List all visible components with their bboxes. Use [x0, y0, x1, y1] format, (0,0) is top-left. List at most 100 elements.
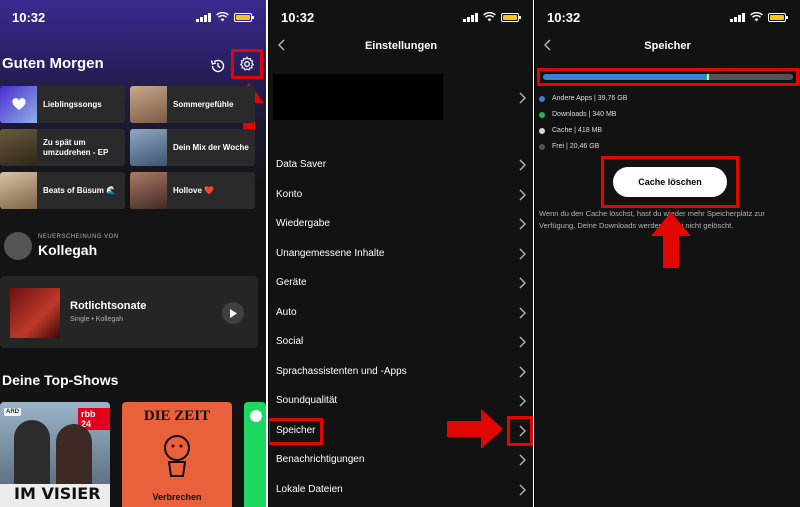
- red-arrow-up-icon: [651, 212, 691, 268]
- red-arrow-right-icon: [447, 409, 503, 449]
- tile-playlist[interactable]: Beats of Büsum 🌊: [0, 172, 125, 209]
- history-icon[interactable]: [207, 55, 229, 77]
- settings-item[interactable]: Auto: [269, 301, 533, 325]
- tile-playlist[interactable]: Sommergefühle: [130, 86, 255, 123]
- greeting-title: Guten Morgen: [2, 55, 104, 72]
- release-title: Rotlichtsonate: [70, 300, 147, 312]
- release-card[interactable]: Rotlichtsonate Single • Kollegah: [0, 276, 258, 348]
- settings-item[interactable]: Geräte: [269, 271, 533, 295]
- signal-icon: [196, 12, 211, 22]
- status-icons: [463, 12, 521, 22]
- settings-item-label: Konto: [276, 188, 303, 200]
- heart-icon: [0, 86, 37, 123]
- chevron-right-icon: [519, 189, 526, 200]
- tile-playlist[interactable]: Hollove ❤️: [130, 172, 255, 209]
- chevron-right-icon: [519, 159, 526, 171]
- legend-dot: [539, 95, 545, 102]
- settings-item[interactable]: Lokale Dateien: [269, 478, 533, 502]
- wifi-icon: [216, 12, 229, 22]
- chevron-right-icon: [519, 395, 526, 407]
- new-release-label: NEUERSCHEINUNG VON: [38, 234, 119, 240]
- legend-label: Cache | 418 MB: [552, 127, 603, 134]
- status-time: 10:32: [547, 10, 581, 25]
- show-card[interactable]: DIE ZEIT Verbrechen: [122, 402, 232, 507]
- show-image-person: [14, 420, 50, 494]
- settings-item-label: Unangemessene Inhalte: [276, 247, 385, 259]
- status-time: 10:32: [281, 10, 315, 25]
- status-icons: [196, 12, 254, 22]
- clear-cache-button[interactable]: Cache löschen: [613, 167, 727, 197]
- home-screen: 10:32 Guten Morgen Lieblingssongs Sommer…: [0, 0, 266, 507]
- tile-label: Hollove ❤️: [173, 185, 215, 195]
- settings-item[interactable]: Benachrichtigungen: [269, 448, 533, 472]
- settings-item[interactable]: Sprachassistenten und -Apps: [269, 360, 533, 384]
- settings-item-label: Lokale Dateien: [276, 483, 343, 495]
- storage-segment: [543, 74, 706, 80]
- status-time: 10:32: [12, 10, 46, 25]
- chevron-right-icon: [519, 248, 526, 259]
- tile-label: Zu spät um umzudrehen - EP: [43, 137, 109, 157]
- settings-item[interactable]: Data Saver: [269, 153, 533, 177]
- legend-label: Andere Apps | 39,76 GB: [552, 95, 628, 102]
- playlist-cover: [130, 86, 167, 123]
- wifi-icon: [750, 12, 763, 22]
- legend-label: Frei | 20,46 GB: [552, 143, 600, 150]
- release-cover: [10, 288, 60, 338]
- tile-label: Sommergefühle: [173, 99, 234, 109]
- tile-liked-songs[interactable]: Lieblingssongs: [0, 86, 125, 123]
- legend-dot: [539, 111, 545, 118]
- settings-item-label: Sprachassistenten und -Apps: [276, 365, 407, 377]
- cache-button-highlight: Cache löschen: [601, 156, 739, 208]
- playlist-cover: [130, 172, 167, 209]
- tile-album[interactable]: Zu spät um umzudrehen - EP: [0, 129, 125, 166]
- settings-item-label: Geräte: [276, 277, 307, 288]
- play-icon: [230, 308, 237, 318]
- settings-item-label: Benachrichtigungen: [276, 454, 365, 465]
- status-icons: [730, 12, 788, 22]
- release-subtitle: Single • Kollegah: [70, 316, 124, 323]
- legend-dot: [539, 127, 545, 134]
- tile-weekly-mix[interactable]: Dein Mix der Woche: [130, 129, 255, 166]
- profile-row-redacted[interactable]: [273, 74, 443, 120]
- settings-item-label: Social: [276, 336, 304, 347]
- storage-item-highlight: [269, 418, 323, 445]
- settings-item[interactable]: Konto: [269, 183, 533, 207]
- album-cover: [0, 129, 37, 166]
- play-button[interactable]: [222, 302, 244, 324]
- settings-item-label: Wiedergabe: [276, 218, 330, 229]
- legend-item: Andere Apps | 39,76 GB: [539, 95, 627, 102]
- tile-label: Dein Mix der Woche: [173, 142, 249, 152]
- settings-gear-icon[interactable]: [236, 53, 258, 75]
- settings-item[interactable]: Social: [269, 330, 533, 354]
- network-logo: ARD: [4, 408, 21, 416]
- show-card[interactable]: rbb 24 ARD IM VISIER: [0, 402, 110, 507]
- legend-item: Cache | 418 MB: [539, 127, 602, 134]
- top-shows-title: Deine Top-Shows: [2, 372, 119, 388]
- storage-chevron-highlight: [507, 416, 533, 446]
- playlist-cover: [0, 172, 37, 209]
- show-title: Verbrechen: [152, 492, 202, 502]
- battery-icon: [501, 13, 521, 22]
- chevron-right-icon: [519, 366, 526, 377]
- storage-bar-highlight: [537, 68, 799, 86]
- tile-label: Beats of Büsum 🌊: [43, 185, 117, 195]
- show-card[interactable]: [244, 402, 266, 507]
- artist-avatar[interactable]: [4, 232, 32, 260]
- signal-icon: [730, 12, 745, 22]
- chevron-right-icon: [519, 336, 526, 348]
- chevron-right-icon: [519, 277, 526, 289]
- settings-item[interactable]: Unangemessene Inhalte: [269, 242, 533, 266]
- page-title: Einstellungen: [364, 40, 438, 52]
- page-title: Speicher: [644, 40, 691, 52]
- legend-item: Downloads | 340 MB: [539, 111, 616, 118]
- settings-item-label: Soundqualität: [276, 395, 338, 406]
- chevron-right-icon: [519, 218, 526, 230]
- new-release-header: NEUERSCHEINUNG VON Kollegah: [4, 232, 119, 260]
- settings-item[interactable]: Wiedergabe: [269, 212, 533, 236]
- status-bar: 10:32: [0, 0, 266, 34]
- storage-segment: [709, 74, 793, 80]
- chevron-right-icon: [519, 454, 526, 466]
- chevron-right-icon: [519, 92, 526, 104]
- artist-name[interactable]: Kollegah: [38, 242, 119, 258]
- legend-item: Frei | 20,46 GB: [539, 143, 599, 150]
